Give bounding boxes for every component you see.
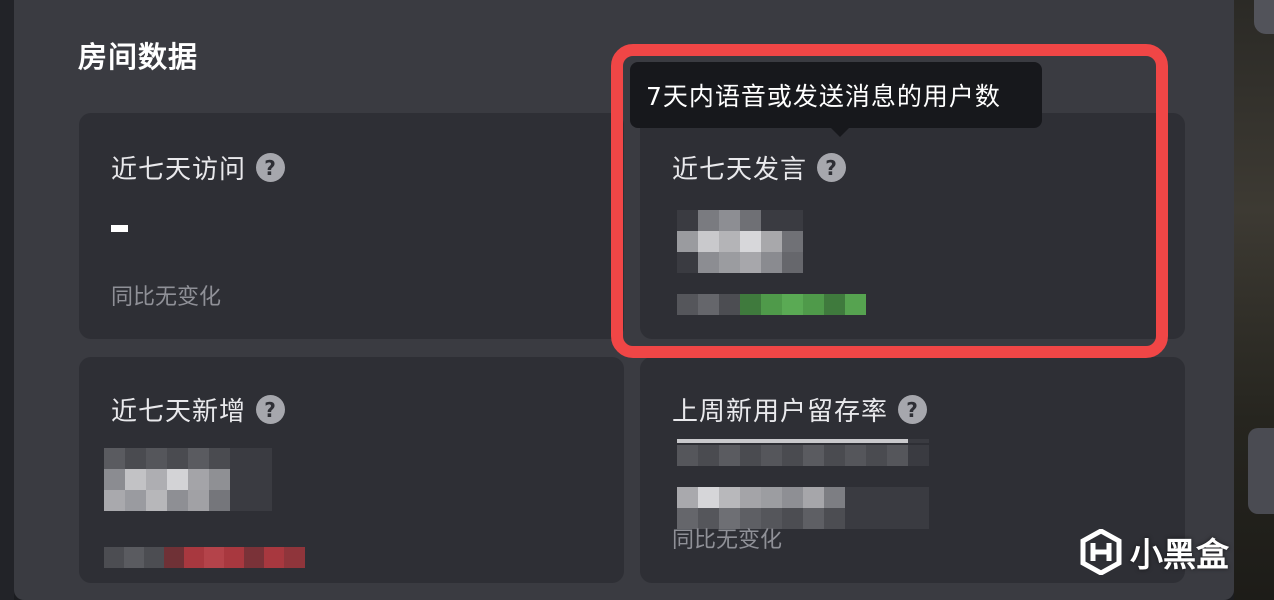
card-new-users-value-redacted [104,448,272,511]
side-handle[interactable] [1248,428,1274,514]
question-mark-icon[interactable]: ? [256,395,286,424]
question-mark-icon[interactable]: ? [898,395,928,424]
card-new-users-trend-redacted [104,547,305,568]
tooltip-arrow [830,127,850,137]
card-visits: 近七天访问 ? 同比无变化 [79,113,624,339]
left-edge [0,0,14,600]
section-title: 房间数据 [78,40,199,74]
card-visits-value [111,225,128,232]
card-new-users-title: 近七天新增 [111,397,247,427]
card-retention-value-redacted [677,439,929,443]
help-tooltip: 7天内语音或发送消息的用户数 [630,62,1042,137]
right-background [1234,0,1274,600]
card-new-users-header: 近七天新增 ? [111,391,286,428]
card-retention-compare: 同比无变化 [672,528,783,553]
card-retention-title: 上周新用户留存率 [672,397,889,427]
question-mark-icon[interactable]: ? [256,153,286,182]
card-visits-title: 近七天访问 [111,155,247,185]
help-tooltip-text: 7天内语音或发送消息的用户数 [646,82,1001,111]
card-visits-compare: 同比无变化 [111,285,222,310]
card-retention-header: 上周新用户留存率 ? [672,391,928,428]
xiaoheihe-logo-icon [1080,529,1122,575]
card-new-users: 近七天新增 ? [79,357,624,583]
corner-button[interactable] [1254,0,1274,34]
card-retention-value-redacted-2 [677,445,929,529]
card-visits-header: 近七天访问 ? [111,149,286,186]
watermark-text: 小黑盒 [1130,535,1229,574]
watermark: 小黑盒 [1080,528,1229,576]
